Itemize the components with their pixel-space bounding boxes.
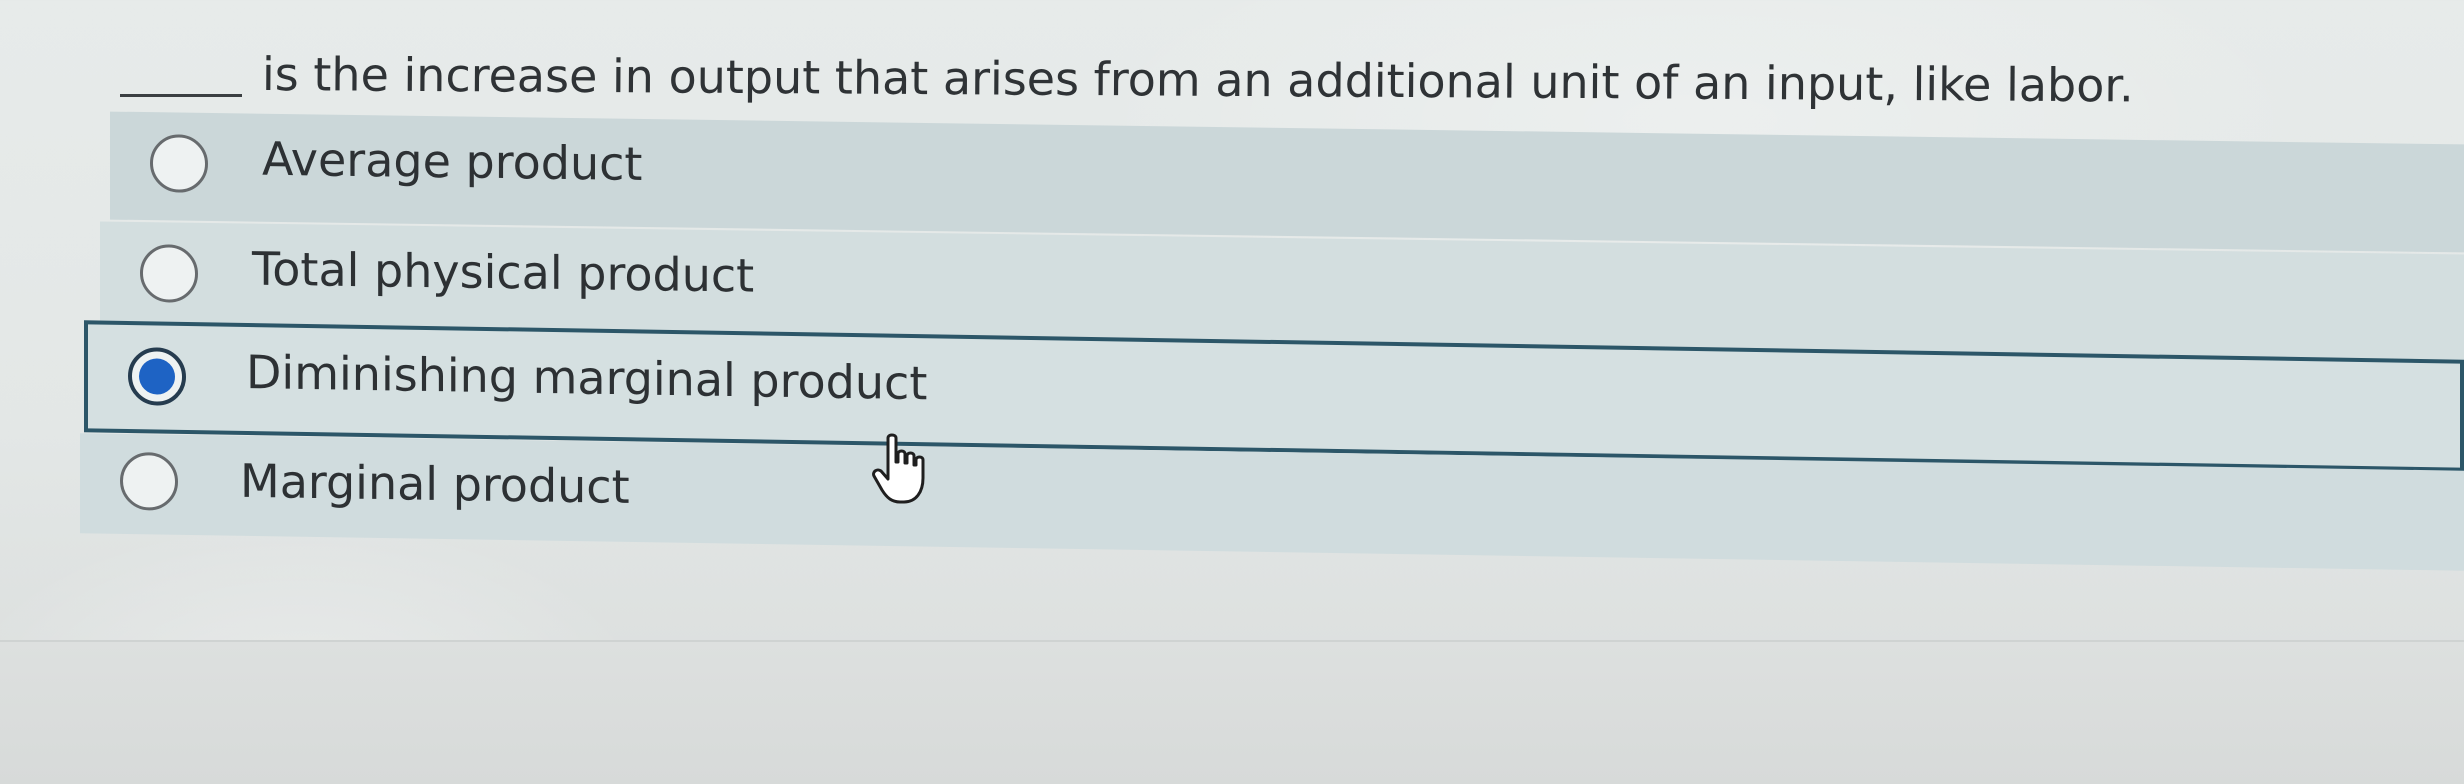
radio-button[interactable] xyxy=(150,134,208,193)
option-label: Marginal product xyxy=(240,453,630,514)
radio-button[interactable] xyxy=(120,451,178,511)
answer-options: Average product Total physical product D… xyxy=(0,0,2464,782)
radio-button-selected[interactable] xyxy=(128,346,186,406)
radio-button[interactable] xyxy=(140,244,198,303)
hand-pointer-icon xyxy=(872,433,925,504)
option-label: Total physical product xyxy=(252,241,755,303)
option-label: Diminishing marginal product xyxy=(246,344,928,411)
option-label: Average product xyxy=(262,131,643,191)
